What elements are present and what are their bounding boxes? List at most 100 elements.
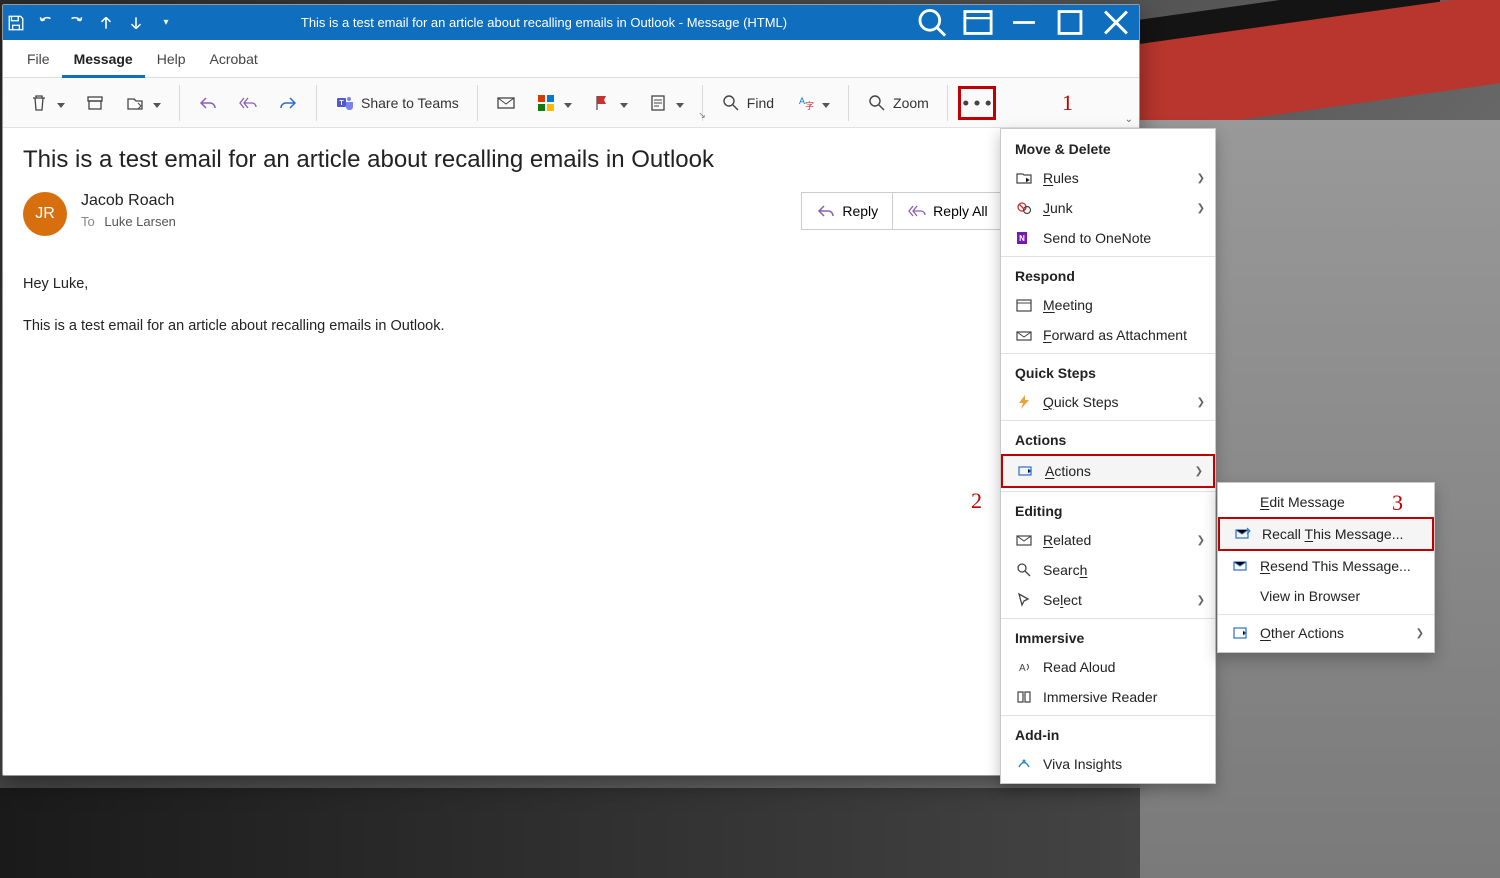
submenu-item-other-actions[interactable]: Other Actions ❯ <box>1218 618 1434 648</box>
zoom-button[interactable]: Zoom <box>859 87 937 119</box>
overflow-context-menu: Move & Delete Rules ❯ Junk ❯ N Send to O… <box>1000 128 1216 784</box>
to-label: To <box>81 214 95 229</box>
share-teams-label: Share to Teams <box>361 95 459 111</box>
menu-item-rules[interactable]: Rules ❯ <box>1001 163 1215 193</box>
read-aloud-icon: A <box>1015 658 1033 676</box>
search-icon <box>1015 561 1033 579</box>
delete-button[interactable] <box>21 87 73 119</box>
bg-decor <box>0 788 1140 878</box>
menu-item-actions[interactable]: Actions ❯ <box>1001 454 1215 488</box>
up-arrow-icon[interactable] <box>97 14 115 32</box>
svg-text:字: 字 <box>805 100 814 111</box>
annotation-1: 1 <box>1062 90 1073 116</box>
rules-icon <box>1015 169 1033 187</box>
qat-customize-icon[interactable]: ▾ <box>157 14 175 32</box>
save-icon[interactable] <box>7 14 25 32</box>
body-paragraph: Hey Luke, <box>23 271 1119 299</box>
book-icon <box>1015 688 1033 706</box>
body-paragraph: This is a test email for an article abou… <box>23 313 1119 341</box>
reply-all-button[interactable]: Reply All <box>892 192 1002 230</box>
menu-item-select[interactable]: Select ❯ <box>1001 585 1215 615</box>
move-button[interactable] <box>117 87 169 119</box>
svg-text:A: A <box>1019 663 1026 674</box>
redo-icon[interactable] <box>67 14 85 32</box>
move-icon <box>125 93 145 113</box>
menu-item-meeting[interactable]: Meeting <box>1001 290 1215 320</box>
down-arrow-icon[interactable] <box>127 14 145 32</box>
trash-icon <box>29 93 49 113</box>
actions-icon <box>1017 462 1035 480</box>
tab-help[interactable]: Help <box>145 40 198 78</box>
chevron-right-icon: ❯ <box>1197 535 1205 546</box>
search-icon[interactable] <box>909 5 955 40</box>
find-button[interactable]: Find <box>713 87 782 119</box>
tab-message[interactable]: Message <box>62 40 145 78</box>
outlook-message-window: ▾ This is a test email for an article ab… <box>2 4 1140 776</box>
display-options-icon[interactable] <box>955 5 1001 40</box>
ribbon-toolbar: TShare to Teams ↘ Find A字 Zoom ⌄ <box>3 78 1139 128</box>
undo-icon[interactable] <box>37 14 55 32</box>
submenu-item-recall-message[interactable]: Recall This Message... <box>1218 517 1434 551</box>
close-button[interactable] <box>1093 5 1139 40</box>
submenu-item-view-browser[interactable]: View in Browser <box>1218 581 1434 611</box>
viva-icon <box>1015 755 1033 773</box>
quick-access-toolbar: ▾ <box>3 14 179 32</box>
envelope-icon <box>496 93 516 113</box>
translate-button[interactable]: A字 <box>786 87 838 119</box>
recipient-name: Luke Larsen <box>104 214 176 229</box>
share-teams-button[interactable]: T Share to Teams <box>327 87 467 119</box>
reply-button[interactable]: Reply <box>801 192 893 230</box>
archive-button[interactable] <box>77 87 113 119</box>
forward-icon <box>278 93 298 113</box>
menu-heading-quick-steps: Quick Steps <box>1001 357 1215 387</box>
tab-acrobat[interactable]: Acrobat <box>198 40 270 78</box>
categorize-icon <box>536 93 556 113</box>
menu-item-search[interactable]: Search <box>1001 555 1215 585</box>
menu-item-immersive-reader[interactable]: Immersive Reader <box>1001 682 1215 712</box>
submenu-item-resend-message[interactable]: Resend This Message... <box>1218 551 1434 581</box>
reply-all-button[interactable] <box>230 87 266 119</box>
mark-unread-button[interactable] <box>488 87 524 119</box>
email-body: Hey Luke, This is a test email for an ar… <box>23 271 1119 340</box>
tab-file[interactable]: File <box>15 40 62 78</box>
menu-item-junk[interactable]: Junk ❯ <box>1001 193 1215 223</box>
chevron-right-icon: ❯ <box>1416 628 1424 639</box>
menu-heading-respond: Respond <box>1001 260 1215 290</box>
archive-icon <box>85 93 105 113</box>
lightning-icon <box>1015 393 1033 411</box>
menu-item-related[interactable]: Related ❯ <box>1001 525 1215 555</box>
flag-icon <box>592 93 612 113</box>
ribbon-collapse-icon[interactable]: ⌄ <box>1125 114 1133 125</box>
email-pane: This is a test email for an article abou… <box>3 128 1139 775</box>
window-title: This is a test email for an article abou… <box>179 15 909 30</box>
reply-button[interactable] <box>190 87 226 119</box>
assign-policy-button[interactable] <box>640 87 692 119</box>
teams-icon: T <box>335 93 355 113</box>
menu-heading-move-delete: Move & Delete <box>1001 133 1215 163</box>
email-subject: This is a test email for an article abou… <box>23 146 1119 174</box>
categorize-button[interactable] <box>528 87 580 119</box>
follow-up-button[interactable] <box>584 87 636 119</box>
policy-icon <box>648 93 668 113</box>
maximize-button[interactable] <box>1047 5 1093 40</box>
search-icon <box>721 93 741 113</box>
zoom-label: Zoom <box>893 95 929 111</box>
reply-all-icon <box>238 93 258 113</box>
menu-item-viva-insights[interactable]: Viva Insights <box>1001 749 1215 779</box>
menu-item-read-aloud[interactable]: A Read Aloud <box>1001 652 1215 682</box>
menu-item-forward-attachment[interactable]: Forward as Attachment <box>1001 320 1215 350</box>
magnifier-icon <box>867 93 887 113</box>
forward-button[interactable] <box>270 87 306 119</box>
ribbon-overflow-button[interactable] <box>958 86 996 120</box>
menu-heading-actions: Actions <box>1001 424 1215 454</box>
menu-item-quick-steps[interactable]: Quick Steps ❯ <box>1001 387 1215 417</box>
translate-icon: A字 <box>794 93 814 113</box>
calendar-icon <box>1015 296 1033 314</box>
chevron-right-icon: ❯ <box>1197 595 1205 606</box>
attachment-icon <box>1015 326 1033 344</box>
sender-avatar[interactable]: JR <box>23 192 67 236</box>
chevron-right-icon: ❯ <box>1197 397 1205 408</box>
minimize-button[interactable] <box>1001 5 1047 40</box>
recipient-row: To Luke Larsen <box>81 214 802 229</box>
menu-item-send-onenote[interactable]: N Send to OneNote <box>1001 223 1215 253</box>
